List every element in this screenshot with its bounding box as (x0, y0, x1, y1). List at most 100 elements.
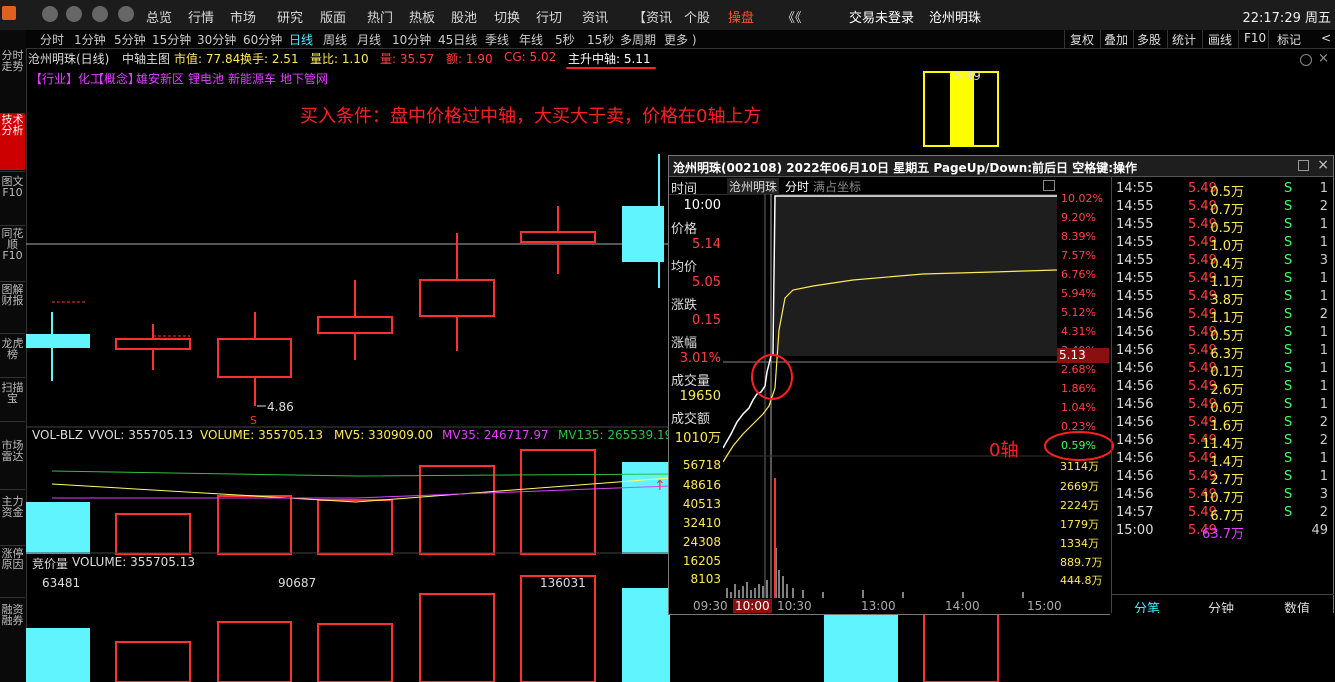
up-arrow-icon: ↓ (554, 66, 562, 69)
tf-1min[interactable]: 1分钟 (74, 31, 106, 48)
tick-side: S (1284, 325, 1293, 340)
side-tab-report[interactable]: 图解财报 (0, 284, 25, 332)
tf-more[interactable]: 更多 ) (664, 31, 697, 48)
draw-line-button[interactable]: 画线 (1208, 31, 1232, 48)
collapse-panel-button[interactable]: < (1321, 31, 1331, 45)
tick-side: S (1284, 451, 1293, 466)
overlay-button[interactable]: 叠加 (1104, 31, 1128, 48)
tick-side: S (1284, 253, 1293, 268)
adjust-button[interactable]: 复权 (1070, 31, 1094, 48)
side-tab-scan[interactable]: 扫描宝 (0, 382, 25, 420)
menu-hot-board[interactable]: 热板 (409, 7, 435, 26)
tick-time: 14:55 (1116, 217, 1154, 232)
tf-year[interactable]: 年线 (519, 31, 543, 48)
clock: 22:17:29 周五 (1242, 11, 1331, 26)
menu-info[interactable]: 资讯 (582, 7, 608, 26)
side-tab-margin[interactable]: 融资融券 (0, 604, 25, 652)
tick-side: S (1284, 469, 1293, 484)
volume-bar (622, 462, 670, 554)
tick-time: 14:56 (1116, 361, 1154, 376)
side-tab-technical[interactable]: 技术分析 (0, 114, 25, 170)
intraday-popup[interactable]: 沧州明珠(002108) 2022年06月10日 星期五 PageUp/Down… (668, 155, 1334, 617)
forward-button[interactable] (66, 6, 82, 22)
time-axis-tick: 15:00 (1027, 599, 1062, 613)
tick-time: 14:55 (1116, 235, 1154, 250)
menu-industry-switch[interactable]: 行切 (536, 7, 562, 26)
side-tab-capital[interactable]: 主力资金 (0, 496, 25, 544)
popup-tab-fullscale[interactable]: 满占坐标 (813, 178, 861, 195)
tf-60min[interactable]: 60分钟 (243, 31, 282, 48)
popup-restore-icon[interactable] (1298, 160, 1309, 171)
tf-daily[interactable]: 日线 (289, 31, 313, 48)
tf-45day[interactable]: 45日线 (438, 31, 477, 48)
tf-15sec[interactable]: 15秒 (587, 31, 614, 48)
candle (115, 324, 191, 370)
time-axis-tick: 10:30 (777, 599, 812, 613)
stats-button[interactable]: 统计 (1172, 31, 1196, 48)
pct-axis-tick: 4.31% (1061, 325, 1096, 338)
tick-count: 1 (1319, 289, 1328, 304)
bid-indicator-name[interactable]: 竞价量 (32, 555, 68, 572)
tick-time: 14:56 (1116, 379, 1154, 394)
menu-research[interactable]: 研究 (277, 7, 303, 26)
vol-indicator-name[interactable]: VOL-BLZ (32, 428, 83, 442)
home-button[interactable] (118, 6, 134, 22)
menu-stock[interactable]: 个股 (684, 7, 710, 26)
bid-volume-label: 90687 (278, 576, 316, 590)
side-tab-f10[interactable]: 图文F10 (0, 176, 25, 224)
popup-tab-intraday[interactable]: 分时 (785, 178, 809, 195)
stock-period-label[interactable]: 沧州明珠(日线) (28, 50, 109, 67)
tf-quarter[interactable]: 季线 (485, 31, 509, 48)
menu-switch[interactable]: 切换 (494, 7, 520, 26)
menu-trading[interactable]: 操盘 (728, 7, 754, 26)
popup-title-bar[interactable]: 沧州明珠(002108) 2022年06月10日 星期五 PageUp/Down… (669, 156, 1333, 177)
main-indicator-label[interactable]: 中轴主图 (122, 50, 170, 67)
bid-volume-bar (824, 612, 898, 682)
tf-30min[interactable]: 30分钟 (197, 31, 236, 48)
low-price-label: 4.86 (267, 400, 294, 414)
tf-intraday[interactable]: 分时 (40, 31, 64, 48)
tick-row: 14:55 5.49 0.5万 S 1 (1112, 216, 1332, 236)
popup-settings-icon[interactable] (1043, 180, 1055, 191)
tf-weekly[interactable]: 周线 (323, 31, 347, 48)
f10-button[interactable]: F10 (1244, 31, 1266, 45)
tf-15min[interactable]: 15分钟 (152, 31, 191, 48)
menu-hot[interactable]: 热门 (367, 7, 393, 26)
chart-settings-icon[interactable] (1300, 54, 1312, 66)
multi-stock-button[interactable]: 多股 (1137, 31, 1161, 48)
back-button[interactable] (42, 6, 58, 22)
popup-tab-stock[interactable]: 沧州明珠 (727, 178, 780, 195)
bid-volume-bar (317, 623, 393, 682)
menu-stock-pool[interactable]: 股池 (451, 7, 477, 26)
tf-multi[interactable]: 多周期 (620, 31, 656, 48)
menu-quotes[interactable]: 行情 (188, 7, 214, 26)
menu-market[interactable]: 市场 (230, 7, 256, 26)
chart-close-icon[interactable]: × (1318, 51, 1329, 66)
tf-10min[interactable]: 10分钟 (392, 31, 431, 48)
menu-overview[interactable]: 总览 (146, 7, 172, 26)
tick-side: S (1284, 217, 1293, 232)
tf-5sec[interactable]: 5秒 (555, 31, 575, 48)
menu-collapse[interactable]: 《《 (782, 7, 802, 26)
side-tab-intraday[interactable]: 分时走势 (0, 50, 25, 112)
tf-5min[interactable]: 5分钟 (114, 31, 146, 48)
login-status[interactable]: 交易未登录 (849, 7, 914, 26)
info-vol-label: 成交量 (671, 374, 711, 389)
tick-count: 1 (1319, 397, 1328, 412)
mark-button[interactable]: 标记 (1277, 31, 1301, 48)
tick-time: 14:56 (1116, 397, 1154, 412)
mv35-value: MV35: 246717.97 (442, 428, 549, 442)
refresh-button[interactable] (92, 6, 108, 22)
pct-axis-tick: 2.68% (1061, 363, 1096, 376)
menu-news[interactable]: 【资讯 (633, 7, 672, 26)
popup-close-icon[interactable]: × (1317, 157, 1329, 173)
tick-side: S (1284, 289, 1293, 304)
side-tab-radar[interactable]: 市场雷达 (0, 440, 25, 488)
tick-volume: 63.7万 (1202, 527, 1244, 542)
menu-layout[interactable]: 版面 (320, 7, 346, 26)
side-tab-dragon[interactable]: 龙虎榜 (0, 338, 25, 376)
side-tab-limit-reason[interactable]: 涨停原因 (0, 548, 25, 596)
side-tab-ths-f10[interactable]: 同花顺F10 (0, 228, 25, 280)
limit-up-candle (923, 71, 999, 147)
tf-monthly[interactable]: 月线 (357, 31, 381, 48)
